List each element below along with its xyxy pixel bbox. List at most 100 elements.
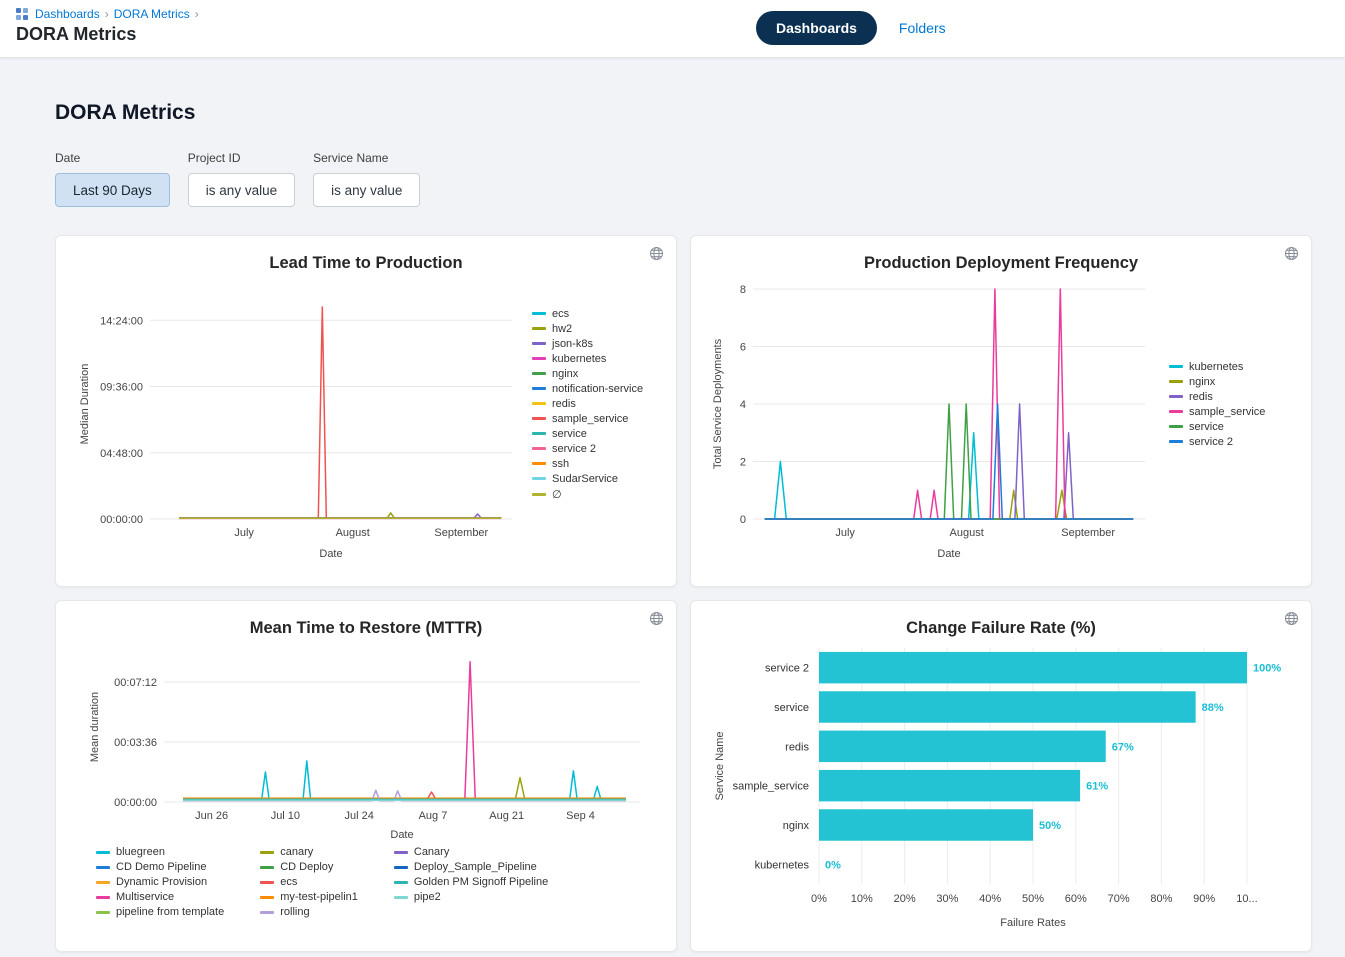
legend-label: Deploy_Sample_Pipeline xyxy=(414,861,537,873)
breadcrumb-separator: › xyxy=(105,7,109,21)
legend-item-service[interactable]: service xyxy=(1169,421,1265,433)
legend-item-sample_service[interactable]: sample_service xyxy=(1169,406,1265,418)
y-tick-label: 6 xyxy=(740,342,746,354)
legend-item-ecs[interactable]: ecs xyxy=(260,876,358,888)
globe-icon[interactable] xyxy=(1284,246,1299,261)
legend-label: pipeline from template xyxy=(116,906,224,918)
chart-canvas: 00:00:0004:48:0009:36:0014:24:00JulyAugu… xyxy=(72,275,522,563)
legend: ecs hw2 json-k8s kubernetes nginx notificatio… xyxy=(532,308,643,501)
legend-item-deploy_sample_pipeline[interactable]: Deploy_Sample_Pipeline xyxy=(394,861,548,873)
view-switcher: Dashboards Folders xyxy=(756,11,956,45)
x-tick-label: Jul 10 xyxy=(271,810,300,822)
legend-label: nginx xyxy=(552,368,578,380)
legend-label: SudarService xyxy=(552,473,618,485)
legend-label: bluegreen xyxy=(116,846,165,858)
legend-item-redis[interactable]: redis xyxy=(1169,391,1265,403)
legend-label: canary xyxy=(280,846,313,858)
tab-dashboards[interactable]: Dashboards xyxy=(756,11,877,45)
legend-label: service 2 xyxy=(552,443,596,455)
card-change-failure-rate: Change Failure Rate (%) 0%10%20%30%40%50… xyxy=(690,600,1312,952)
legend-item-kubernetes[interactable]: kubernetes xyxy=(532,353,643,365)
x-tick-label: September xyxy=(1061,527,1115,539)
legend-item-ssh[interactable]: ssh xyxy=(532,458,643,470)
bar-service[interactable] xyxy=(819,691,1196,722)
legend-label: redis xyxy=(1189,391,1213,403)
x-tick-label: 30% xyxy=(936,893,958,905)
legend-item-hw2[interactable]: hw2 xyxy=(532,323,643,335)
breadcrumb-link-dora-metrics[interactable]: DORA Metrics xyxy=(114,7,190,21)
x-tick-label: 0% xyxy=(811,893,827,905)
x-tick-label: Jun 26 xyxy=(195,810,228,822)
lead-time-chart-body: 00:00:0004:48:0009:36:0014:24:00JulyAugu… xyxy=(72,275,660,563)
bar-service-2[interactable] xyxy=(819,652,1247,683)
bar-redis[interactable] xyxy=(819,731,1106,762)
legend-swatch xyxy=(394,866,408,869)
legend-item-pipeline-from-template[interactable]: pipeline from template xyxy=(96,906,224,918)
legend-item-nginx[interactable]: nginx xyxy=(1169,376,1265,388)
legend-item-sudarservice[interactable]: SudarService xyxy=(532,473,643,485)
series-line-canary xyxy=(183,778,626,800)
legend-item-notification-service[interactable]: notification-service xyxy=(532,383,643,395)
legend-label: hw2 xyxy=(552,323,572,335)
legend-label: notification-service xyxy=(552,383,643,395)
legend-item-my-test-pipelin1[interactable]: my-test-pipelin1 xyxy=(260,891,358,903)
x-tick-label: 60% xyxy=(1065,893,1087,905)
legend-item-redis[interactable]: redis xyxy=(532,398,643,410)
filter-service-name-button[interactable]: is any value xyxy=(313,173,420,207)
legend-swatch xyxy=(1169,395,1183,398)
legend-label: ssh xyxy=(552,458,569,470)
topbar: Dashboards › DORA Metrics › DORA Metrics… xyxy=(0,0,1345,57)
legend-item-canary[interactable]: Canary xyxy=(394,846,548,858)
bar-nginx[interactable] xyxy=(819,809,1033,840)
value-label: 100% xyxy=(1253,663,1281,675)
legend-item-ecs[interactable]: ecs xyxy=(532,308,643,320)
legend-label: Dynamic Provision xyxy=(116,876,207,888)
legend-item-dynamic-provision[interactable]: Dynamic Provision xyxy=(96,876,224,888)
legend-swatch xyxy=(96,911,110,914)
legend-item-sample_service[interactable]: sample_service xyxy=(532,413,643,425)
legend-swatch xyxy=(532,372,546,375)
legend-swatch xyxy=(96,896,110,899)
legend-label: service xyxy=(552,428,587,440)
tab-folders[interactable]: Folders xyxy=(889,11,956,45)
legend-label: Canary xyxy=(414,846,449,858)
chart-title-deployment-frequency: Production Deployment Frequency xyxy=(707,254,1295,273)
legend-item-cd-deploy[interactable]: CD Deploy xyxy=(260,861,358,873)
value-label: 0% xyxy=(825,859,841,871)
legend-item-multiservice[interactable]: Multiservice xyxy=(96,891,224,903)
globe-icon[interactable] xyxy=(649,246,664,261)
legend-swatch xyxy=(96,881,110,884)
legend-swatch xyxy=(260,911,274,914)
x-tick-label: Jul 24 xyxy=(344,810,373,822)
y-tick-label: 8 xyxy=(740,284,746,296)
legend-item-rolling[interactable]: rolling xyxy=(260,906,358,918)
legend-item-json-k8s[interactable]: json-k8s xyxy=(532,338,643,350)
change-failure-rate-chart-body: 0%10%20%30%40%50%60%70%80%90%10...servic… xyxy=(707,640,1295,932)
legend-item-service[interactable]: service xyxy=(532,428,643,440)
legend-item-kubernetes[interactable]: kubernetes xyxy=(1169,361,1265,373)
legend-item-∅[interactable]: ∅ xyxy=(532,488,643,501)
globe-icon[interactable] xyxy=(649,611,664,626)
x-tick-label: July xyxy=(835,527,855,539)
globe-icon[interactable] xyxy=(1284,611,1299,626)
filter-date-button[interactable]: Last 90 Days xyxy=(55,173,170,207)
legend-item-service-2[interactable]: service 2 xyxy=(532,443,643,455)
legend-swatch xyxy=(532,312,546,315)
legend-item-canary[interactable]: canary xyxy=(260,846,358,858)
legend-item-cd-demo-pipeline[interactable]: CD Demo Pipeline xyxy=(96,861,224,873)
legend-item-service-2[interactable]: service 2 xyxy=(1169,436,1265,448)
legend-item-pipe2[interactable]: pipe2 xyxy=(394,891,548,903)
legend-item-golden-pm-signoff-pipeline[interactable]: Golden PM Signoff Pipeline xyxy=(394,876,548,888)
legend-label: my-test-pipelin1 xyxy=(280,891,358,903)
legend-label: nginx xyxy=(1189,376,1215,388)
bar-sample_service[interactable] xyxy=(819,770,1080,801)
legend-item-nginx[interactable]: nginx xyxy=(532,368,643,380)
legend-swatch xyxy=(532,342,546,345)
x-tick-label: July xyxy=(234,527,254,539)
filter-label-project-id: Project ID xyxy=(188,151,295,165)
legend-item-bluegreen[interactable]: bluegreen xyxy=(96,846,224,858)
breadcrumb-link-dashboards[interactable]: Dashboards xyxy=(35,7,100,21)
filter-project-id-button[interactable]: is any value xyxy=(188,173,295,207)
y-tick-label: 04:48:00 xyxy=(100,448,143,460)
legend-label: sample_service xyxy=(1189,406,1265,418)
